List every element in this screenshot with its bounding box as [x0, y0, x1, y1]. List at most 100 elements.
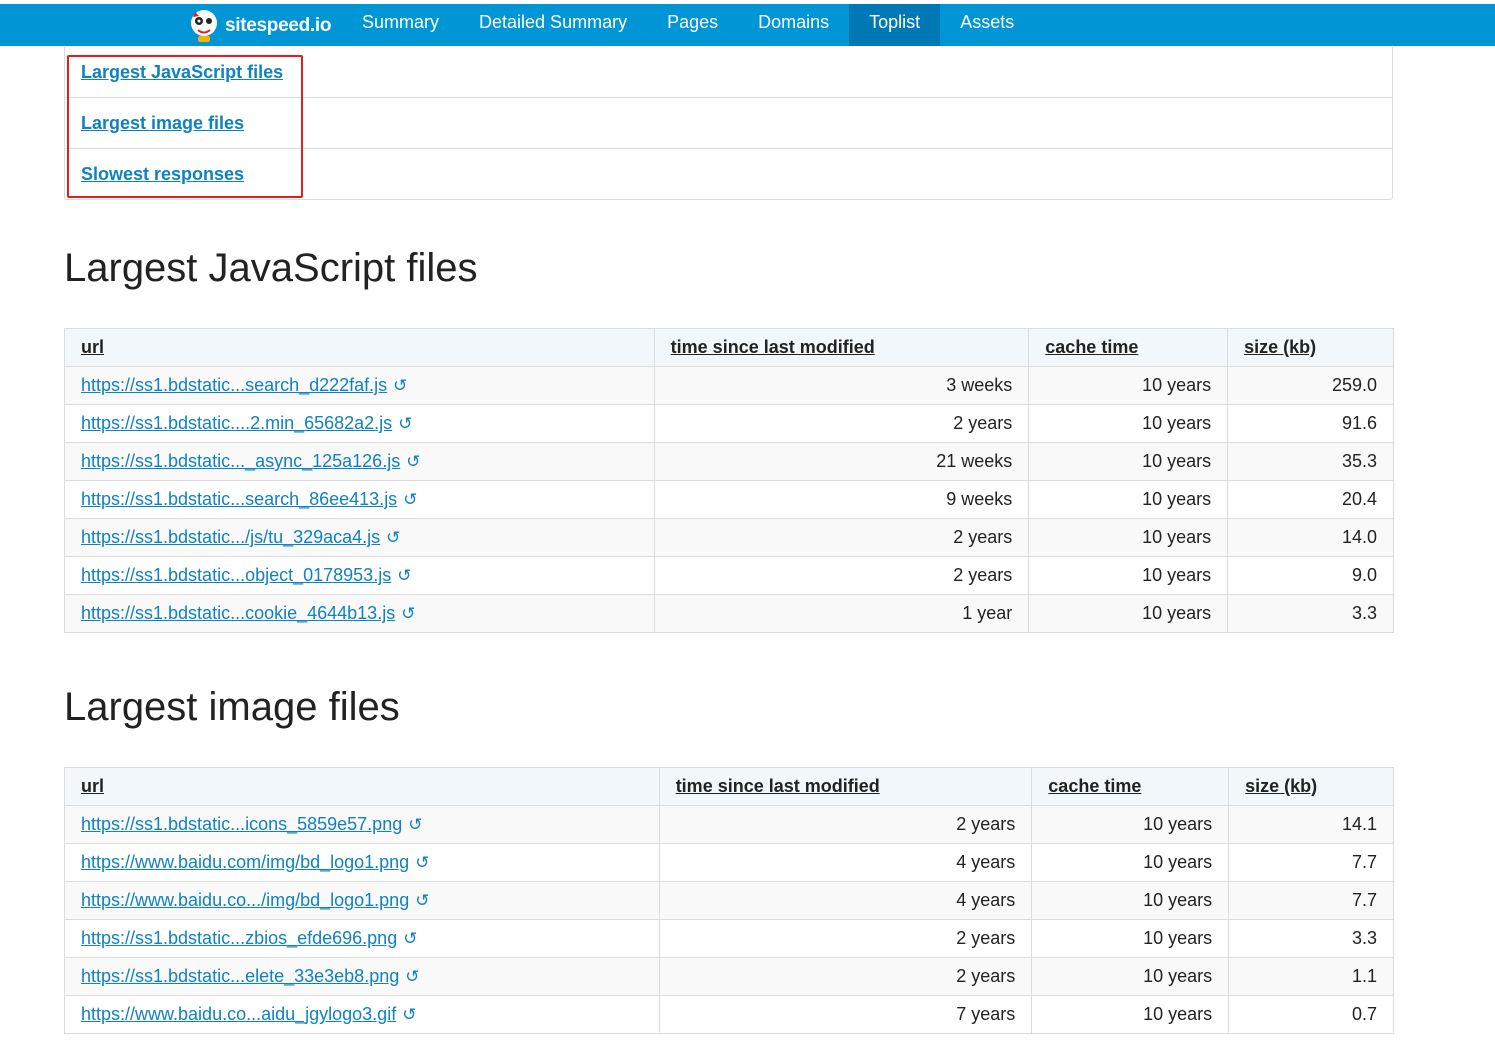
table-row: https://ss1.bdstatic...zbios_efde696.png…	[64, 919, 1394, 958]
asset-url-link[interactable]: https://ss1.bdstatic...search_86ee413.js	[81, 489, 397, 509]
modified-cell: 2 years	[653, 404, 1030, 443]
col-header-size[interactable]: size (kb)	[1227, 328, 1394, 367]
modified-cell: 4 years	[658, 843, 1033, 882]
modified-cell: 1 year	[653, 594, 1030, 633]
reload-icon[interactable]: ↺	[405, 967, 419, 986]
asset-url-link[interactable]: https://www.baidu.co...aidu_jgylogo3.gif	[81, 1004, 396, 1024]
asset-url-link[interactable]: https://ss1.bdstatic..._async_125a126.js	[81, 451, 400, 471]
reload-icon[interactable]: ↺	[402, 1005, 416, 1024]
size-cell: 35.3	[1227, 442, 1394, 481]
table-row: https://ss1.bdstatic...object_0178953.js…	[64, 556, 1394, 595]
url-cell: https://ss1.bdstatic...object_0178953.js…	[64, 556, 655, 595]
col-header-url[interactable]: url	[64, 767, 660, 806]
url-cell: https://www.baidu.co...aidu_jgylogo3.gif…	[64, 995, 660, 1034]
toc-list: Largest JavaScript files Largest image f…	[64, 47, 1393, 200]
asset-url-link[interactable]: https://ss1.bdstatic...icons_5859e57.png	[81, 814, 402, 834]
reload-icon[interactable]: ↺	[403, 490, 417, 509]
size-cell: 14.1	[1228, 805, 1394, 844]
table-row: https://ss1.bdstatic...cookie_4644b13.js…	[64, 594, 1394, 633]
url-cell: https://ss1.bdstatic...search_d222faf.js…	[64, 366, 655, 405]
asset-url-link[interactable]: https://ss1.bdstatic...object_0178953.js	[81, 565, 391, 585]
cache-time-cell: 10 years	[1031, 843, 1230, 882]
size-cell: 7.7	[1228, 881, 1394, 920]
url-cell: https://ss1.bdstatic...elete_33e3eb8.png…	[64, 957, 660, 996]
col-header-cache[interactable]: cache time	[1031, 767, 1230, 806]
toc-item: Largest JavaScript files	[65, 47, 1392, 98]
nav-detailed-summary[interactable]: Detailed Summary	[459, 4, 647, 46]
asset-url-link[interactable]: https://ss1.bdstatic....2.min_65682a2.js	[81, 413, 392, 433]
size-cell: 7.7	[1228, 843, 1394, 882]
url-cell: https://ss1.bdstatic...zbios_efde696.png…	[64, 919, 660, 958]
asset-url-link[interactable]: https://www.baidu.co.../img/bd_logo1.png	[81, 890, 409, 910]
toc-link-slowest-responses[interactable]: Slowest responses	[81, 164, 244, 185]
asset-url-link[interactable]: https://www.baidu.com/img/bd_logo1.png	[81, 852, 409, 872]
size-cell: 14.0	[1227, 518, 1394, 557]
cache-time-cell: 10 years	[1031, 805, 1230, 844]
cache-time-cell: 10 years	[1028, 366, 1229, 405]
img-section-title: Largest image files	[64, 685, 400, 729]
sitespeed-logo-icon	[191, 10, 217, 42]
col-header-modified[interactable]: time since last modified	[658, 767, 1033, 806]
table-row: https://ss1.bdstatic...icons_5859e57.png…	[64, 805, 1394, 844]
modified-cell: 7 years	[658, 995, 1033, 1034]
brand-name: sitespeed.io	[225, 15, 332, 36]
size-cell: 1.1	[1228, 957, 1394, 996]
cache-time-cell: 10 years	[1028, 442, 1229, 481]
nav-assets[interactable]: Assets	[940, 4, 1034, 46]
reload-icon[interactable]: ↺	[401, 604, 415, 623]
size-cell: 259.0	[1227, 366, 1394, 405]
col-header-cache[interactable]: cache time	[1028, 328, 1229, 367]
nav-toplist[interactable]: Toplist	[849, 4, 941, 46]
url-cell: https://ss1.bdstatic...icons_5859e57.png…	[64, 805, 660, 844]
cache-time-cell: 10 years	[1028, 404, 1229, 443]
size-cell: 3.3	[1227, 594, 1394, 633]
reload-icon[interactable]: ↺	[403, 929, 417, 948]
cache-time-cell: 10 years	[1028, 518, 1229, 557]
image-files-table: url time since last modified cache time …	[64, 767, 1394, 1034]
size-cell: 0.7	[1228, 995, 1394, 1034]
modified-cell: 3 weeks	[653, 366, 1030, 405]
reload-icon[interactable]: ↺	[415, 853, 429, 872]
reload-icon[interactable]: ↺	[393, 376, 407, 395]
asset-url-link[interactable]: https://ss1.bdstatic...search_d222faf.js	[81, 375, 387, 395]
url-cell: https://www.baidu.com/img/bd_logo1.png ↺	[64, 843, 660, 882]
toc-link-largest-images[interactable]: Largest image files	[81, 113, 244, 134]
size-cell: 91.6	[1227, 404, 1394, 443]
table-row: https://ss1.bdstatic...elete_33e3eb8.png…	[64, 957, 1394, 996]
brand-logo[interactable]: sitespeed.io	[187, 7, 332, 45]
nav-summary[interactable]: Summary	[342, 4, 459, 46]
toc-link-largest-js[interactable]: Largest JavaScript files	[81, 62, 283, 83]
col-header-modified[interactable]: time since last modified	[653, 328, 1030, 367]
asset-url-link[interactable]: https://ss1.bdstatic...zbios_efde696.png	[81, 928, 397, 948]
reload-icon[interactable]: ↺	[398, 414, 412, 433]
asset-url-link[interactable]: https://ss1.bdstatic...elete_33e3eb8.png	[81, 966, 399, 986]
modified-cell: 9 weeks	[653, 480, 1030, 519]
nav-pages[interactable]: Pages	[647, 4, 738, 46]
modified-cell: 2 years	[653, 518, 1030, 557]
table-row: https://ss1.bdstatic.../js/tu_329aca4.js…	[64, 518, 1394, 557]
asset-url-link[interactable]: https://ss1.bdstatic.../js/tu_329aca4.js	[81, 527, 380, 547]
cache-time-cell: 10 years	[1028, 556, 1229, 595]
url-cell: https://www.baidu.co.../img/bd_logo1.png…	[64, 881, 660, 920]
cache-time-cell: 10 years	[1031, 881, 1230, 920]
table-row: https://ss1.bdstatic..._async_125a126.js…	[64, 442, 1394, 481]
asset-url-link[interactable]: https://ss1.bdstatic...cookie_4644b13.js	[81, 603, 395, 623]
table-header-row: url time since last modified cache time …	[64, 767, 1394, 806]
table-row: https://ss1.bdstatic...search_d222faf.js…	[64, 366, 1394, 405]
reload-icon[interactable]: ↺	[386, 528, 400, 547]
nav-domains[interactable]: Domains	[738, 4, 849, 46]
reload-icon[interactable]: ↺	[406, 452, 420, 471]
size-cell: 3.3	[1228, 919, 1394, 958]
cache-time-cell: 10 years	[1028, 480, 1229, 519]
reload-icon[interactable]: ↺	[397, 566, 411, 585]
col-header-size[interactable]: size (kb)	[1228, 767, 1394, 806]
table-row: https://www.baidu.co...aidu_jgylogo3.gif…	[64, 995, 1394, 1034]
nav-menu: Summary Detailed Summary Pages Domains T…	[342, 4, 1034, 46]
reload-icon[interactable]: ↺	[408, 815, 422, 834]
col-header-url[interactable]: url	[64, 328, 655, 367]
js-files-table: url time since last modified cache time …	[64, 328, 1394, 633]
cache-time-cell: 10 years	[1031, 919, 1230, 958]
reload-icon[interactable]: ↺	[415, 891, 429, 910]
modified-cell: 2 years	[658, 957, 1033, 996]
cache-time-cell: 10 years	[1031, 957, 1230, 996]
